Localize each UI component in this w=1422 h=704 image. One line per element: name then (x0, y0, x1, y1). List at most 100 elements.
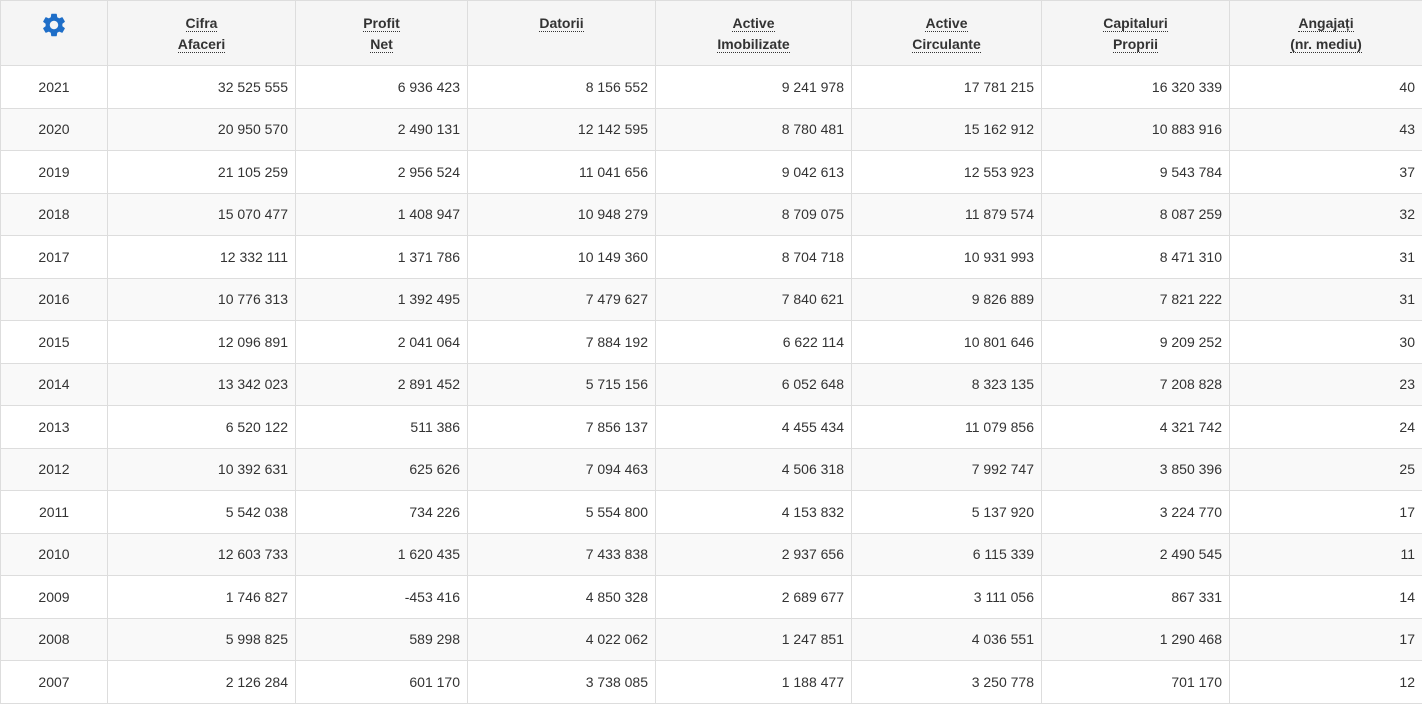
value-cell: 9 826 889 (852, 278, 1042, 321)
value-cell: 32 (1230, 193, 1422, 236)
table-row: 20085 998 825589 2984 022 0621 247 8514 … (1, 618, 1422, 661)
column-header-text[interactable]: Active (925, 15, 967, 32)
value-cell: 32 525 555 (108, 66, 296, 109)
table-row: 20115 542 038734 2265 554 8004 153 8325 … (1, 491, 1422, 534)
value-cell: 9 209 252 (1042, 321, 1230, 364)
value-cell: 3 738 085 (468, 661, 656, 704)
value-cell: 17 (1230, 618, 1422, 661)
value-cell: 8 471 310 (1042, 236, 1230, 279)
value-cell: 43 (1230, 108, 1422, 151)
column-header-text[interactable]: (nr. mediu) (1290, 36, 1362, 53)
value-cell: 6 520 122 (108, 406, 296, 449)
table-row: 201512 096 8912 041 0647 884 1926 622 11… (1, 321, 1422, 364)
value-cell: 10 776 313 (108, 278, 296, 321)
value-cell: 4 321 742 (1042, 406, 1230, 449)
year-cell: 2016 (1, 278, 108, 321)
value-cell: 13 342 023 (108, 363, 296, 406)
table-row: 201815 070 4771 408 94710 948 2798 709 0… (1, 193, 1422, 236)
column-header-text[interactable]: Imobilizate (717, 36, 789, 53)
table-row: 20072 126 284601 1703 738 0851 188 4773 … (1, 661, 1422, 704)
value-cell: 8 780 481 (656, 108, 852, 151)
column-header-text[interactable]: Circulante (912, 36, 980, 53)
table-body: 202132 525 5556 936 4238 156 5529 241 97… (1, 66, 1422, 704)
year-cell: 2011 (1, 491, 108, 534)
column-header-cifra-afaceri[interactable]: Cifra Afaceri (108, 1, 296, 66)
column-header-text[interactable]: Active (732, 15, 774, 32)
value-cell: 12 603 733 (108, 533, 296, 576)
value-cell: 1 620 435 (296, 533, 468, 576)
value-cell: 1 371 786 (296, 236, 468, 279)
value-cell: 2 937 656 (656, 533, 852, 576)
column-header-angajati[interactable]: Angajați (nr. mediu) (1230, 1, 1422, 66)
value-cell: 20 950 570 (108, 108, 296, 151)
value-cell: 2 490 545 (1042, 533, 1230, 576)
table-row: 201921 105 2592 956 52411 041 6569 042 6… (1, 151, 1422, 194)
value-cell: 7 208 828 (1042, 363, 1230, 406)
value-cell: 589 298 (296, 618, 468, 661)
value-cell: 6 622 114 (656, 321, 852, 364)
value-cell: 5 137 920 (852, 491, 1042, 534)
value-cell: 31 (1230, 278, 1422, 321)
value-cell: 511 386 (296, 406, 468, 449)
column-header-capitaluri-proprii[interactable]: Capitaluri Proprii (1042, 1, 1230, 66)
value-cell: 734 226 (296, 491, 468, 534)
value-cell: 9 042 613 (656, 151, 852, 194)
column-header-label: Cifra (114, 13, 289, 34)
value-cell: 7 840 621 (656, 278, 852, 321)
column-header-text[interactable]: Cifra (186, 15, 218, 32)
value-cell: 1 247 851 (656, 618, 852, 661)
value-cell: 625 626 (296, 448, 468, 491)
value-cell: 2 891 452 (296, 363, 468, 406)
value-cell: 25 (1230, 448, 1422, 491)
table-row: 201712 332 1111 371 78610 149 3608 704 7… (1, 236, 1422, 279)
table-row: 201012 603 7331 620 4357 433 8382 937 65… (1, 533, 1422, 576)
table-row: 202020 950 5702 490 13112 142 5958 780 4… (1, 108, 1422, 151)
value-cell: 1 408 947 (296, 193, 468, 236)
value-cell: 9 241 978 (656, 66, 852, 109)
column-header-label: Net (302, 34, 461, 55)
value-cell: 2 689 677 (656, 576, 852, 619)
value-cell: 24 (1230, 406, 1422, 449)
value-cell: 867 331 (1042, 576, 1230, 619)
column-header-datorii[interactable]: Datorii (468, 1, 656, 66)
table-row: 201413 342 0232 891 4525 715 1566 052 64… (1, 363, 1422, 406)
value-cell: 4 506 318 (656, 448, 852, 491)
column-header-text[interactable]: Profit (363, 15, 400, 32)
year-cell: 2020 (1, 108, 108, 151)
value-cell: 4 153 832 (656, 491, 852, 534)
year-cell: 2010 (1, 533, 108, 576)
value-cell: 1 746 827 (108, 576, 296, 619)
year-cell: 2012 (1, 448, 108, 491)
value-cell: 3 111 056 (852, 576, 1042, 619)
value-cell: 4 022 062 (468, 618, 656, 661)
value-cell: 11 041 656 (468, 151, 656, 194)
value-cell: 15 162 912 (852, 108, 1042, 151)
column-header-text[interactable]: Angajați (1298, 15, 1353, 32)
value-cell: 7 094 463 (468, 448, 656, 491)
column-header-text[interactable]: Capitaluri (1103, 15, 1168, 32)
value-cell: 701 170 (1042, 661, 1230, 704)
gear-icon[interactable] (40, 11, 68, 39)
column-header-text[interactable]: Net (370, 36, 393, 53)
settings-header-cell (1, 1, 108, 66)
column-header-active-circulante[interactable]: Active Circulante (852, 1, 1042, 66)
value-cell: 15 070 477 (108, 193, 296, 236)
column-header-active-imobilizate[interactable]: Active Imobilizate (656, 1, 852, 66)
column-header-text[interactable]: Datorii (539, 15, 583, 32)
value-cell: 5 998 825 (108, 618, 296, 661)
column-header-text[interactable]: Proprii (1113, 36, 1158, 53)
column-header-profit-net[interactable]: Profit Net (296, 1, 468, 66)
value-cell: 31 (1230, 236, 1422, 279)
value-cell: 10 948 279 (468, 193, 656, 236)
year-cell: 2008 (1, 618, 108, 661)
value-cell: 4 036 551 (852, 618, 1042, 661)
value-cell: 2 490 131 (296, 108, 468, 151)
value-cell: 12 096 891 (108, 321, 296, 364)
value-cell: 7 821 222 (1042, 278, 1230, 321)
value-cell: 37 (1230, 151, 1422, 194)
table-row: 20136 520 122511 3867 856 1374 455 43411… (1, 406, 1422, 449)
value-cell: 10 801 646 (852, 321, 1042, 364)
year-cell: 2009 (1, 576, 108, 619)
column-header-text[interactable]: Afaceri (178, 36, 225, 53)
year-cell: 2014 (1, 363, 108, 406)
